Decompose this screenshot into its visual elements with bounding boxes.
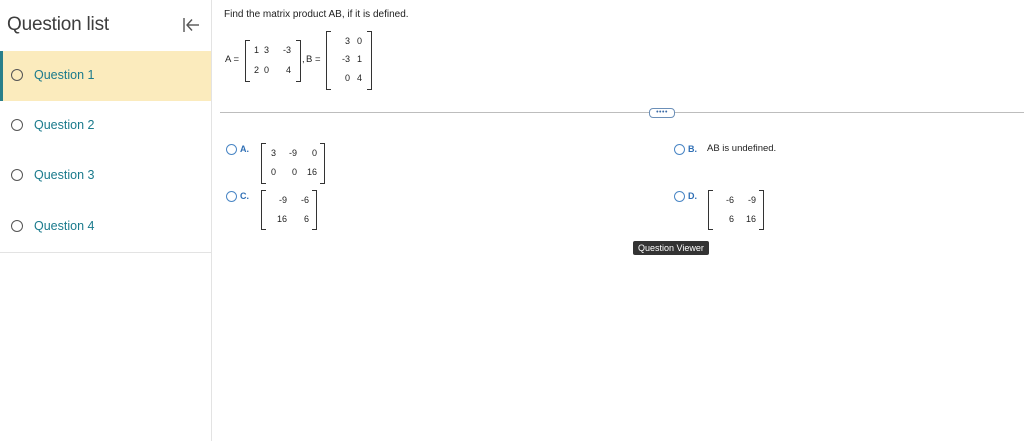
option-d-matrix: -6 -9 6 16 bbox=[708, 190, 764, 230]
matrix-cell: -9 bbox=[288, 148, 297, 158]
question-label: Question 1 bbox=[34, 68, 95, 82]
sidebar-item-question-4[interactable]: Question 4 bbox=[0, 202, 211, 252]
matrix-cell: -9 bbox=[278, 195, 287, 205]
option-c-radio[interactable] bbox=[226, 191, 237, 202]
question-prompt: Find the matrix product AB, if it is def… bbox=[224, 9, 409, 20]
question-label: Question 3 bbox=[34, 168, 95, 182]
matrix-cell: 3 bbox=[270, 148, 276, 158]
option-b-letter: B. bbox=[688, 144, 697, 154]
matrix-cell: 1 bbox=[253, 45, 259, 55]
option-a-radio[interactable] bbox=[226, 144, 237, 155]
question-label: Question 2 bbox=[34, 118, 95, 132]
matrix-cell: -6 bbox=[725, 195, 734, 205]
matrix-a: 1 3 -3 2 0 4 bbox=[245, 40, 301, 82]
matrix-cell: 0 bbox=[311, 148, 317, 158]
question-label: Question 4 bbox=[34, 219, 95, 233]
option-b-radio[interactable] bbox=[674, 144, 685, 155]
matrix-a-label: A = bbox=[225, 54, 239, 65]
sidebar-item-question-1[interactable]: Question 1 bbox=[0, 51, 211, 101]
sidebar-title: Question list bbox=[7, 14, 109, 35]
matrix-cell: -6 bbox=[300, 195, 309, 205]
matrix-b-label: B = bbox=[306, 54, 321, 65]
matrix-cell: 2 bbox=[253, 65, 259, 75]
matrix-cell: -3 bbox=[341, 54, 350, 64]
matrix-cell: 16 bbox=[276, 214, 287, 224]
matrix-cell: 16 bbox=[745, 214, 756, 224]
matrix-cell: 0 bbox=[270, 167, 276, 177]
matrix-cell: 16 bbox=[306, 167, 317, 177]
matrix-cell: 0 bbox=[344, 73, 350, 83]
status-circle-icon bbox=[11, 119, 23, 131]
option-d-letter: D. bbox=[688, 191, 697, 201]
matrix-cell: 3 bbox=[344, 36, 350, 46]
matrix-cell: -3 bbox=[282, 45, 291, 55]
status-circle-icon bbox=[11, 220, 23, 232]
collapse-left-icon[interactable] bbox=[181, 16, 201, 34]
matrix-cell: 6 bbox=[728, 214, 734, 224]
option-a-matrix: 3 -9 0 0 0 16 bbox=[261, 143, 325, 184]
sidebar-item-question-3[interactable]: Question 3 bbox=[0, 151, 211, 201]
matrix-cell: 0 bbox=[356, 36, 362, 46]
matrix-cell: 4 bbox=[285, 65, 291, 75]
sidebar-header: Question list bbox=[0, 0, 211, 50]
matrix-cell: 0 bbox=[263, 65, 269, 75]
option-b-text: AB is undefined. bbox=[707, 143, 777, 154]
question-list-panel: Question list Question 1 Question 2 Ques… bbox=[0, 0, 212, 441]
matrix-cell: 0 bbox=[291, 167, 297, 177]
option-c-matrix: -9 -6 16 6 bbox=[261, 190, 317, 230]
sidebar-item-question-2[interactable]: Question 2 bbox=[0, 101, 211, 151]
matrix-cell: -9 bbox=[747, 195, 756, 205]
matrix-cell: 4 bbox=[356, 73, 362, 83]
question-viewer-tooltip: Question Viewer bbox=[633, 241, 709, 255]
matrix-cell: 3 bbox=[263, 45, 269, 55]
status-circle-icon bbox=[11, 169, 23, 181]
matrix-a-separator: , bbox=[302, 54, 305, 65]
more-options-button[interactable]: •••• bbox=[649, 108, 675, 118]
question-area: Find the matrix product AB, if it is def… bbox=[212, 0, 1024, 441]
section-divider bbox=[220, 112, 1024, 113]
sidebar-divider bbox=[0, 252, 211, 253]
matrix-cell: 1 bbox=[356, 54, 362, 64]
option-d-radio[interactable] bbox=[674, 191, 685, 202]
matrix-cell: 6 bbox=[303, 214, 309, 224]
matrix-b: 3 0 -3 1 0 4 bbox=[326, 31, 372, 90]
option-c-letter: C. bbox=[240, 191, 249, 201]
option-a-letter: A. bbox=[240, 144, 249, 154]
status-circle-icon bbox=[11, 69, 23, 81]
